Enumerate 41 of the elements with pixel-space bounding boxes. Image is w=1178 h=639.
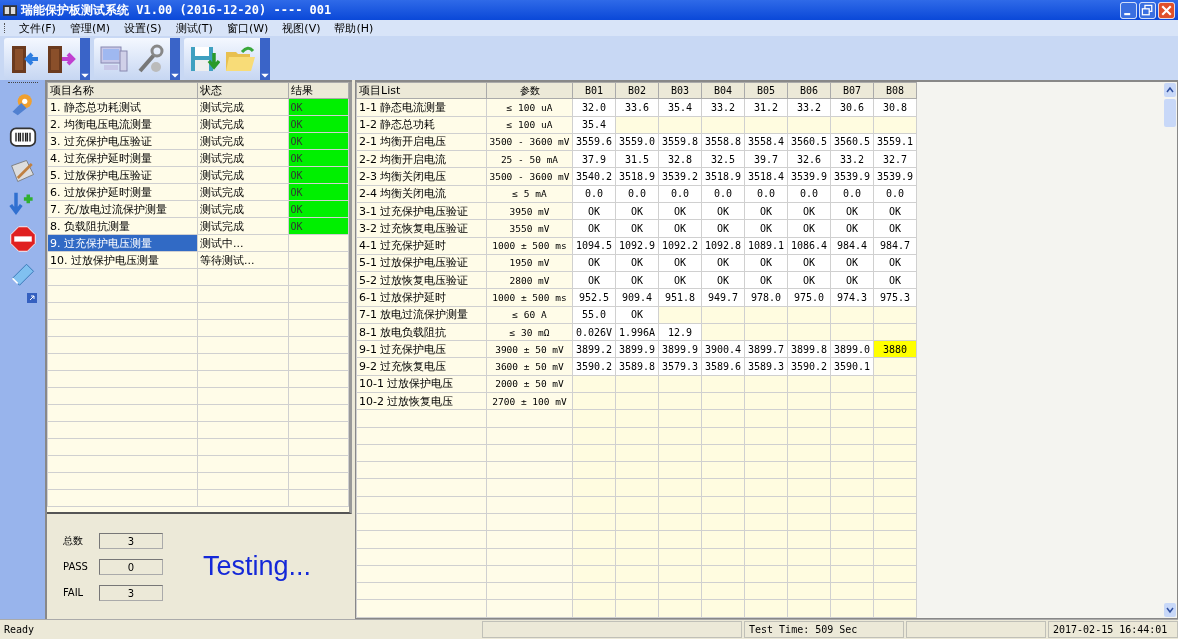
app-icon <box>3 4 17 16</box>
window-title: 瑞能保护板测试系统 V1.00 (2016-12-20) ---- 001 <box>21 1 332 19</box>
stat-field: 3 <box>99 532 163 549</box>
column-header[interactable]: B07 <box>830 82 874 99</box>
dropdown-icon[interactable] <box>80 38 90 80</box>
stat-label: 总数 <box>63 533 84 548</box>
expand-icon[interactable] <box>27 293 37 303</box>
column-header[interactable]: 项目List <box>356 82 487 99</box>
status-message: Ready <box>3 623 36 637</box>
stat-field: 0 <box>99 558 163 575</box>
status-datetime: 2017-02-15 16:44:01 <box>1048 621 1178 638</box>
testing-status: Testing... <box>203 551 312 582</box>
dropdown-icon[interactable] <box>170 38 180 80</box>
column-header[interactable]: 结果 <box>288 82 349 99</box>
column-header[interactable]: 状态 <box>197 82 289 99</box>
menu-item[interactable]: 视图(V) <box>276 20 327 36</box>
dropdown-icon[interactable] <box>260 38 270 80</box>
column-header[interactable]: 项目名称 <box>47 82 198 99</box>
stat-field: 3 <box>99 584 163 601</box>
stat-label: FAIL <box>63 587 85 598</box>
column-header[interactable]: B04 <box>701 82 745 99</box>
menu-item[interactable]: 文件(F) <box>13 20 62 36</box>
menu-item[interactable]: 管理(M) <box>63 20 116 36</box>
column-header[interactable]: B06 <box>787 82 831 99</box>
column-header[interactable]: 参数 <box>486 82 573 99</box>
menu-item[interactable]: 测试(T) <box>169 20 219 36</box>
close-button[interactable] <box>1158 1 1175 19</box>
maximize-button[interactable] <box>1139 1 1156 19</box>
scrollbar[interactable] <box>1163 82 1177 618</box>
stat-label: PASS <box>63 561 89 572</box>
stop-icon[interactable] <box>7 225 38 253</box>
menu-item[interactable]: 设置(S) <box>118 20 168 36</box>
menu-item[interactable]: 帮助(H) <box>328 20 380 36</box>
column-header[interactable]: B05 <box>744 82 788 99</box>
column-header[interactable]: B02 <box>615 82 659 99</box>
column-header[interactable]: B01 <box>572 82 616 99</box>
minimize-button[interactable] <box>1120 1 1137 19</box>
column-header[interactable]: B08 <box>873 82 917 99</box>
menu-item[interactable]: 窗口(W) <box>220 20 275 36</box>
column-header[interactable]: B03 <box>658 82 702 99</box>
test-time: Test Time: 509 Sec <box>744 621 904 638</box>
